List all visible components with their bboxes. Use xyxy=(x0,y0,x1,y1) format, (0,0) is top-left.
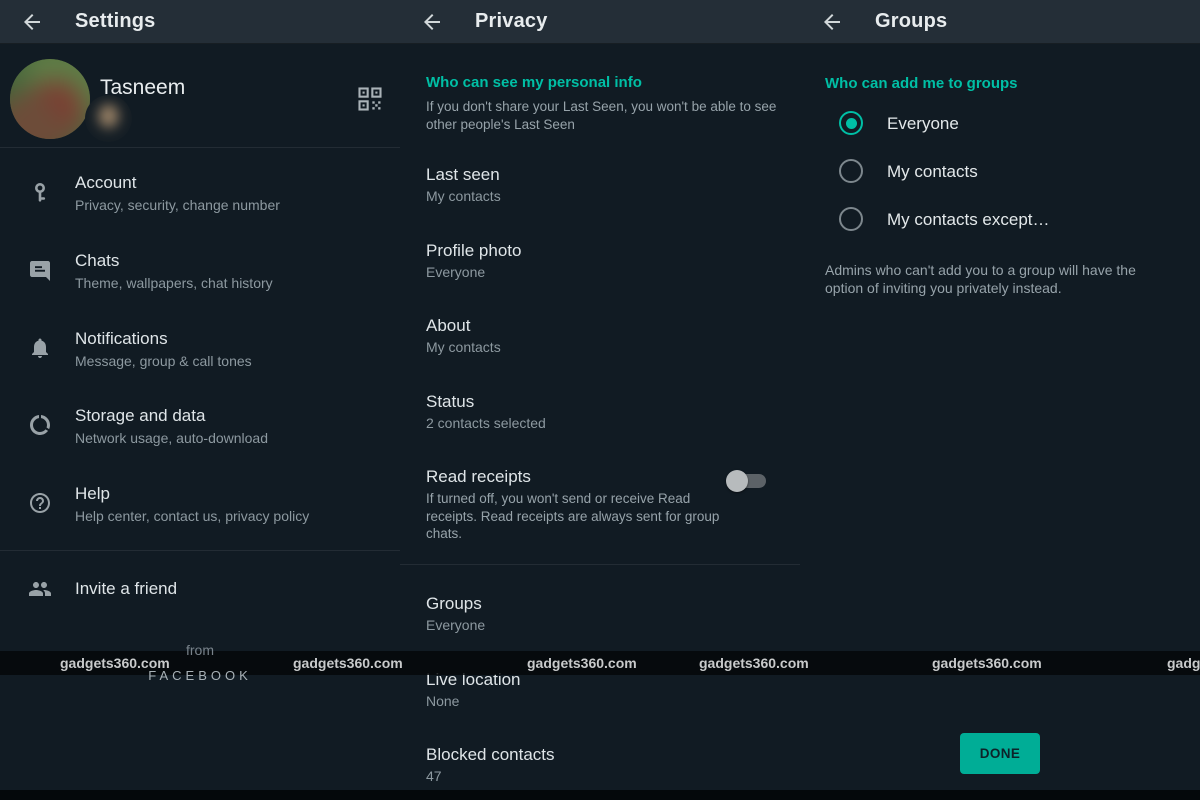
help-icon xyxy=(28,491,52,515)
section-heading-personal-info: Who can see my personal info xyxy=(426,74,642,91)
people-icon xyxy=(28,577,52,601)
watermark-text: gadgets360.com xyxy=(699,655,809,671)
from-label: from xyxy=(0,642,400,658)
menu-label: Help xyxy=(75,484,110,504)
watermark-text: gadgets360.com xyxy=(1167,655,1200,671)
item-label: Profile photo xyxy=(426,241,521,261)
divider xyxy=(0,550,400,551)
menu-label: Account xyxy=(75,173,136,193)
item-value: My contacts xyxy=(426,188,501,204)
watermark-text: gadgets360.com xyxy=(932,655,1042,671)
whatsapp-settings-collage: Settings Privacy Groups Tasneem xyxy=(0,0,1200,800)
chat-icon xyxy=(28,259,52,283)
page-title-privacy: Privacy xyxy=(475,10,548,33)
menu-label: Notifications xyxy=(75,329,168,349)
profile-avatar[interactable] xyxy=(10,59,90,139)
radio-everyone[interactable] xyxy=(839,111,863,135)
radio-my-contacts[interactable] xyxy=(839,159,863,183)
qr-code-icon[interactable] xyxy=(356,85,384,113)
menu-label: Storage and data xyxy=(75,406,205,426)
secondary-avatar xyxy=(85,95,132,142)
read-receipts-toggle[interactable] xyxy=(726,468,768,494)
radio-label-my-contacts[interactable]: My contacts xyxy=(887,162,978,182)
section-desc: If you don't share your Last Seen, you w… xyxy=(426,98,798,133)
groups-note: Admins who can't add you to a group will… xyxy=(825,262,1150,297)
bottom-black-bar xyxy=(0,790,1200,800)
divider xyxy=(400,564,800,565)
data-usage-icon xyxy=(28,413,52,437)
item-desc: If turned off, you won't send or receive… xyxy=(426,490,726,543)
app-header: Settings Privacy Groups xyxy=(0,0,1200,44)
radio-my-contacts-except[interactable] xyxy=(839,207,863,231)
menu-sub: Network usage, auto-download xyxy=(75,430,268,446)
menu-sub: Theme, wallpapers, chat history xyxy=(75,275,273,291)
page-title-groups: Groups xyxy=(875,10,947,33)
bell-icon xyxy=(28,336,52,360)
facebook-brand: FACEBOOK xyxy=(0,668,400,683)
item-label: About xyxy=(426,316,470,336)
done-button[interactable]: DONE xyxy=(960,733,1040,774)
page-title-settings: Settings xyxy=(75,10,156,33)
item-value: 2 contacts selected xyxy=(426,415,546,431)
menu-sub: Message, group & call tones xyxy=(75,353,252,369)
profile-name[interactable]: Tasneem xyxy=(100,76,185,100)
item-label: Groups xyxy=(426,594,482,614)
item-value: My contacts xyxy=(426,339,501,355)
menu-sub: Privacy, security, change number xyxy=(75,197,280,213)
section-heading-add-to-groups: Who can add me to groups xyxy=(825,75,1018,92)
back-arrow-icon[interactable] xyxy=(820,10,844,34)
menu-label: Invite a friend xyxy=(75,579,177,599)
radio-label-my-contacts-except[interactable]: My contacts except… xyxy=(887,210,1050,230)
item-value: Everyone xyxy=(426,617,485,633)
item-label: Blocked contacts xyxy=(426,745,555,765)
item-value: Everyone xyxy=(426,264,485,280)
radio-label-everyone[interactable]: Everyone xyxy=(887,114,959,134)
watermark-text: gadgets360.com xyxy=(527,655,637,671)
item-value: None xyxy=(426,693,459,709)
item-label: Status xyxy=(426,392,474,412)
back-arrow-icon[interactable] xyxy=(420,10,444,34)
item-label: Read receipts xyxy=(426,467,531,487)
menu-label: Chats xyxy=(75,251,119,271)
back-arrow-icon[interactable] xyxy=(20,10,44,34)
key-icon xyxy=(28,181,52,205)
menu-sub: Help center, contact us, privacy policy xyxy=(75,508,309,524)
divider xyxy=(0,147,400,148)
item-label: Last seen xyxy=(426,165,500,185)
item-value: 47 xyxy=(426,768,442,784)
